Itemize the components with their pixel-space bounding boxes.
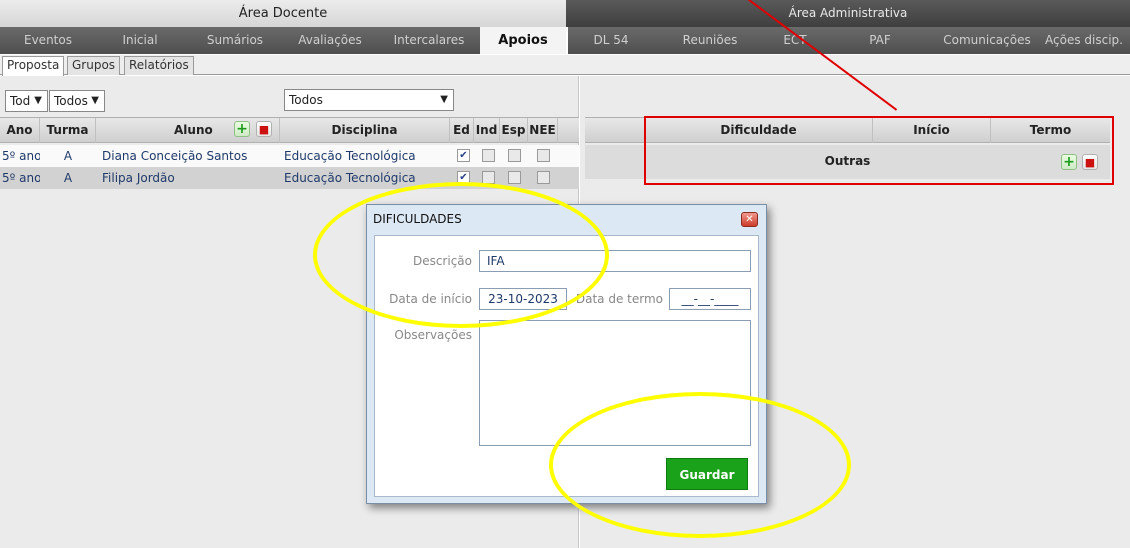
- nav-inicial[interactable]: Inicial: [95, 27, 185, 54]
- nav-intercalares[interactable]: Intercalares: [380, 27, 478, 54]
- row-aluno: Filipa Jordão: [102, 171, 175, 185]
- nav-eventos[interactable]: Eventos: [8, 27, 88, 54]
- nav-apoios[interactable]: Apoios: [480, 27, 566, 54]
- main-nav: Eventos Inicial Sumários Avaliações Inte…: [0, 27, 1130, 54]
- ano-filter-value: Tod: [10, 94, 31, 108]
- col-nee[interactable]: NEE: [528, 118, 558, 143]
- chevron-down-icon: ▼: [440, 94, 448, 105]
- ano-filter-select[interactable]: Tod ▼: [5, 90, 48, 112]
- col-disciplina[interactable]: Disciplina: [280, 118, 450, 143]
- col-spacer: [585, 118, 645, 143]
- tab-relatorios[interactable]: Relatórios: [124, 56, 194, 75]
- annotation-yellow-ellipse: [549, 392, 851, 538]
- turma-filter-select[interactable]: Todos ▼: [49, 90, 105, 112]
- col-aluno[interactable]: Aluno: [174, 118, 213, 143]
- close-icon: ✕: [745, 214, 754, 225]
- close-button[interactable]: ✕: [741, 212, 758, 227]
- chevron-down-icon: ▼: [34, 95, 42, 106]
- nav-comunicacoes[interactable]: Comunicações: [932, 27, 1042, 54]
- disciplina-filter-select[interactable]: Todos ▼: [284, 89, 454, 111]
- tab-proposta[interactable]: Proposta: [2, 56, 65, 76]
- area-docente-title[interactable]: Área Docente: [0, 0, 566, 27]
- col-aluno-cell: Aluno: [96, 118, 280, 143]
- row-aluno: Diana Conceição Santos: [102, 149, 248, 163]
- tab-grupos[interactable]: Grupos: [67, 56, 121, 75]
- sub-tabs: Proposta Grupos Relatórios: [0, 55, 1130, 76]
- area-header: Área Docente Área Administrativa: [0, 0, 1130, 27]
- chevron-down-icon: ▼: [91, 95, 99, 106]
- nav-separator: [566, 27, 568, 54]
- col-ind[interactable]: Ind: [474, 118, 500, 143]
- data-termo-input[interactable]: __-__-____: [669, 288, 751, 310]
- nav-avaliacoes[interactable]: Avaliações: [285, 27, 375, 54]
- nee-checkbox[interactable]: [537, 171, 550, 184]
- esp-checkbox[interactable]: [508, 171, 521, 184]
- table-row[interactable]: 5º ano A Diana Conceição Santos Educação…: [0, 145, 579, 167]
- plus-icon: +: [236, 121, 248, 137]
- col-turma[interactable]: Turma: [40, 118, 96, 143]
- data-termo-label: Data de termo: [575, 292, 663, 306]
- row-turma: A: [63, 149, 73, 163]
- row-disciplina: Educação Tecnológica: [284, 149, 416, 163]
- turma-filter-value: Todos: [54, 94, 88, 108]
- disciplina-filter-value: Todos: [289, 93, 323, 107]
- annotation-yellow-ellipse: [313, 182, 609, 328]
- col-ano[interactable]: Ano: [0, 118, 40, 143]
- check-icon: ✔: [459, 150, 468, 161]
- area-administrativa-title[interactable]: Área Administrativa: [566, 0, 1130, 27]
- add-student-button[interactable]: +: [234, 121, 250, 137]
- col-ed[interactable]: Ed: [450, 118, 474, 143]
- row-ano: 5º ano: [2, 149, 40, 163]
- observacoes-label: Observações: [394, 328, 472, 342]
- annotation-red-rectangle: [644, 116, 1114, 185]
- delete-student-button[interactable]: ■: [256, 121, 272, 137]
- col-esp[interactable]: Esp: [500, 118, 528, 143]
- nav-dl54[interactable]: DL 54: [576, 27, 646, 54]
- nee-checkbox[interactable]: [537, 149, 550, 162]
- nav-reunioes[interactable]: Reuniões: [660, 27, 760, 54]
- students-table-header: Ano Turma Aluno Disciplina Ed Ind Esp NE…: [0, 117, 579, 143]
- row-turma: A: [63, 171, 73, 185]
- ind-checkbox[interactable]: [482, 149, 495, 162]
- trash-icon: ■: [258, 123, 270, 136]
- nav-paf[interactable]: PAF: [850, 27, 910, 54]
- esp-checkbox[interactable]: [508, 149, 521, 162]
- ed-checkbox[interactable]: ✔: [457, 149, 470, 162]
- nav-acoes-disciplinares[interactable]: Ações discip.: [1038, 27, 1130, 54]
- nav-sumarios[interactable]: Sumários: [190, 27, 280, 54]
- row-ano: 5º ano: [2, 171, 40, 185]
